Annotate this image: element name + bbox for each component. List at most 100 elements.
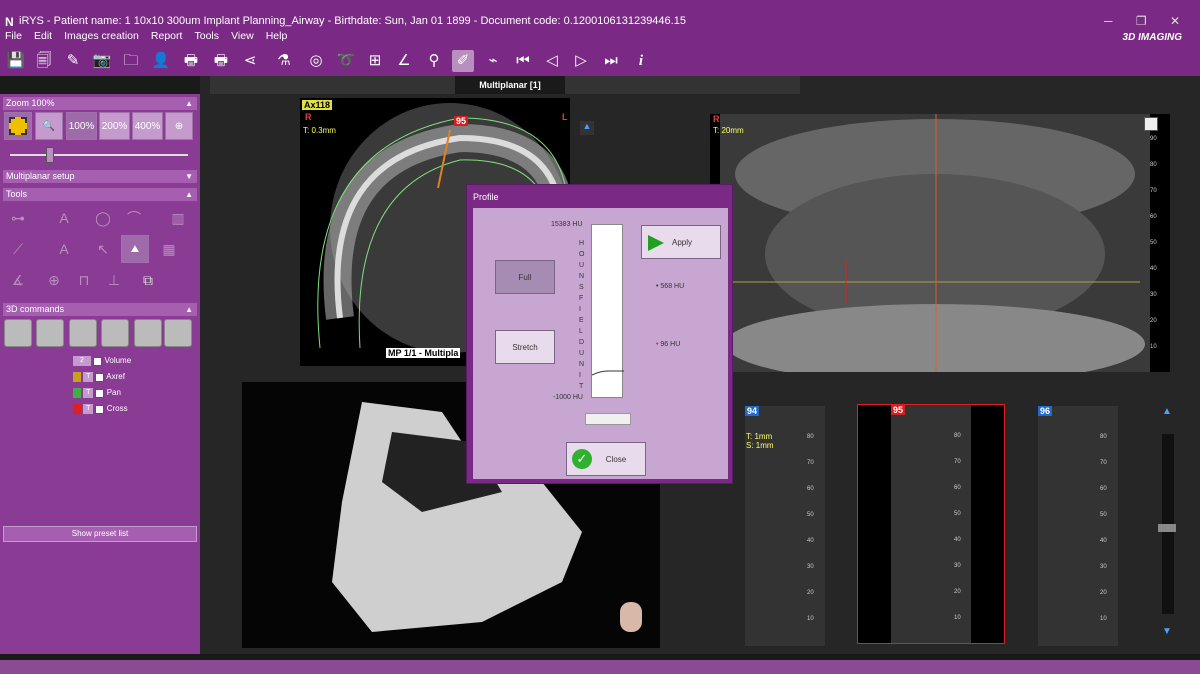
text-tool-icon[interactable]: A xyxy=(50,204,78,232)
user-add-icon[interactable]: 👤 xyxy=(150,50,172,72)
hu-pointer-icon[interactable]: ↖ xyxy=(89,235,117,263)
tab-4[interactable] xyxy=(565,76,800,94)
layer-checkbox[interactable] xyxy=(95,372,105,382)
color-swatch[interactable] xyxy=(73,372,81,382)
tab-1[interactable] xyxy=(210,76,320,94)
cross-section-95[interactable]: 95 80 70 60 50 40 30 20 10 xyxy=(857,404,1005,644)
zoom-fit-icon[interactable]: ⊕ xyxy=(165,112,193,140)
bottom-view-icon[interactable] xyxy=(164,319,192,347)
layer-checkbox[interactable] xyxy=(95,404,105,414)
next-icon[interactable]: ▷ xyxy=(570,50,592,72)
scroll-up-icon[interactable]: ▲ xyxy=(580,121,594,135)
top-view-icon[interactable] xyxy=(134,319,162,347)
layer-t[interactable]: T xyxy=(83,372,94,382)
layer-t[interactable]: T xyxy=(83,388,94,398)
tab-2[interactable] xyxy=(320,76,455,94)
collapse-icon[interactable]: ▲ xyxy=(185,303,193,316)
right-view-icon[interactable] xyxy=(69,319,97,347)
zoom-100-button[interactable]: 100% xyxy=(66,112,97,140)
panoramic-view[interactable]: R T: 20mm 90 80 70 60 50 40 30 20 10 xyxy=(710,114,1170,372)
save-as-icon[interactable]: 🗐 xyxy=(33,50,55,72)
ruler-tool-icon[interactable]: ⊶ xyxy=(4,204,32,232)
profile-icon[interactable]: ⌁ xyxy=(482,50,504,72)
show-preset-list-button[interactable]: Show preset list xyxy=(3,526,197,542)
nerve-tool-icon[interactable]: ⧉ xyxy=(134,266,162,294)
menu-report[interactable]: Report xyxy=(151,30,183,42)
first-icon[interactable]: ⏮ xyxy=(512,50,534,72)
collapse-icon[interactable]: ▲ xyxy=(185,97,193,110)
curve-tool-icon[interactable]: ⌒ xyxy=(120,204,148,232)
prev-icon[interactable]: ◁ xyxy=(541,50,563,72)
cross-section-96[interactable]: 96 80 70 60 50 40 30 20 10 xyxy=(1038,406,1118,646)
share-icon[interactable]: ⋖ xyxy=(239,50,261,72)
apply-button[interactable]: Apply xyxy=(641,225,721,259)
layer-t[interactable]: T xyxy=(83,404,94,414)
menu-images-creation[interactable]: Images creation xyxy=(64,30,139,42)
lasso-icon[interactable]: ➰ xyxy=(335,50,357,72)
menu-file[interactable]: File xyxy=(5,30,22,42)
implant-tool-icon[interactable]: ⊓ xyxy=(70,266,98,294)
import-icon[interactable]: 🗀 xyxy=(120,50,142,72)
polyline-tool-icon[interactable]: ⟋ xyxy=(4,235,32,263)
full-button[interactable]: Full xyxy=(495,260,555,294)
hu-profile-tool-icon[interactable]: ⛰ xyxy=(121,235,149,263)
cross-scrollbar-thumb[interactable] xyxy=(1158,524,1176,532)
menu-help[interactable]: Help xyxy=(266,30,288,42)
info-icon[interactable]: i xyxy=(630,50,652,72)
text2-tool-icon[interactable]: A xyxy=(50,235,78,263)
zoom-400-button[interactable]: 400% xyxy=(132,112,163,140)
angle-icon[interactable]: ∠ xyxy=(393,50,415,72)
title-bar: N iRYS - Patient name: 1 10x10 300um Imp… xyxy=(0,0,1200,30)
last-icon[interactable]: ⏭ xyxy=(600,50,622,72)
left-view-icon[interactable] xyxy=(36,319,64,347)
close-button[interactable]: ✓ Close xyxy=(566,442,646,476)
cross-scroll-up-icon[interactable]: ▲ xyxy=(1160,406,1174,420)
mp-section-header[interactable]: Multiplanar setup ▼ xyxy=(3,170,197,183)
zoom-slider-handle[interactable] xyxy=(46,147,54,163)
maximize-view-icon[interactable] xyxy=(1144,117,1158,131)
back-view-icon[interactable] xyxy=(101,319,129,347)
implant-icon[interactable]: ⚲ xyxy=(423,50,445,72)
layer-axref: T Axref xyxy=(73,372,125,384)
print-icon[interactable]: 🖶 xyxy=(180,50,202,72)
3d-commands-header[interactable]: 3D commands ▲ xyxy=(3,303,197,316)
zoom-icon[interactable]: 🔍 xyxy=(35,112,63,140)
angle-tool-icon[interactable]: ∡ xyxy=(4,266,32,294)
collapse-icon[interactable]: ▲ xyxy=(185,188,193,201)
eye-icon[interactable]: ◎ xyxy=(305,50,327,72)
measure-icon[interactable]: ⊞ xyxy=(364,50,386,72)
color-swatch[interactable] xyxy=(73,388,81,398)
axial-caption: MP 1/1 - Multipla xyxy=(386,348,461,358)
abutment-tool-icon[interactable]: ⊥ xyxy=(100,266,128,294)
pen-icon[interactable]: ✐ xyxy=(452,50,474,72)
menu-edit[interactable]: Edit xyxy=(34,30,52,42)
circle-tool-icon[interactable]: ◯ xyxy=(89,204,117,232)
orientation-head-icon[interactable] xyxy=(620,602,642,632)
layer-checkbox[interactable] xyxy=(95,388,105,398)
menu-tools[interactable]: Tools xyxy=(195,30,220,42)
chart-icon[interactable]: ⚗ xyxy=(273,50,295,72)
zoom-section-header[interactable]: Zoom 100% ▲ xyxy=(3,97,197,110)
menu-view[interactable]: View xyxy=(231,30,254,42)
profile-title: Profile xyxy=(473,192,499,202)
hu-area-icon[interactable]: ▦ xyxy=(155,235,183,263)
camera-icon[interactable]: 📷 xyxy=(91,50,113,72)
implant-add-icon[interactable]: ⊕ xyxy=(40,266,68,294)
color-swatch[interactable] xyxy=(73,404,81,414)
tools-section-header[interactable]: Tools ▲ xyxy=(3,188,197,201)
save-icon[interactable]: 💾 xyxy=(5,50,27,72)
window-controls[interactable]: ─ ❐ ✕ xyxy=(1104,14,1190,28)
print-multi-icon[interactable]: 🖶 xyxy=(210,50,232,72)
cross-scroll-down-icon[interactable]: ▼ xyxy=(1160,626,1174,640)
edit-icon[interactable]: ✎ xyxy=(62,50,84,72)
expand-icon[interactable]: ▼ xyxy=(185,170,193,183)
tab-multiplanar[interactable]: Multiplanar [1] xyxy=(455,76,565,94)
layer-checkbox[interactable]: ✓ xyxy=(93,356,103,366)
zoom-200-button[interactable]: 200% xyxy=(99,112,130,140)
front-view-icon[interactable] xyxy=(4,319,32,347)
select-tool-button[interactable] xyxy=(4,112,32,140)
stretch-button[interactable]: Stretch xyxy=(495,330,555,364)
cross-section-94[interactable]: 94 T: 1mm S: 1mm 80 70 60 50 40 30 20 10 xyxy=(745,406,825,646)
zoom-slider-track[interactable] xyxy=(10,154,188,156)
grid-tool-icon[interactable]: ▥ xyxy=(164,204,192,232)
